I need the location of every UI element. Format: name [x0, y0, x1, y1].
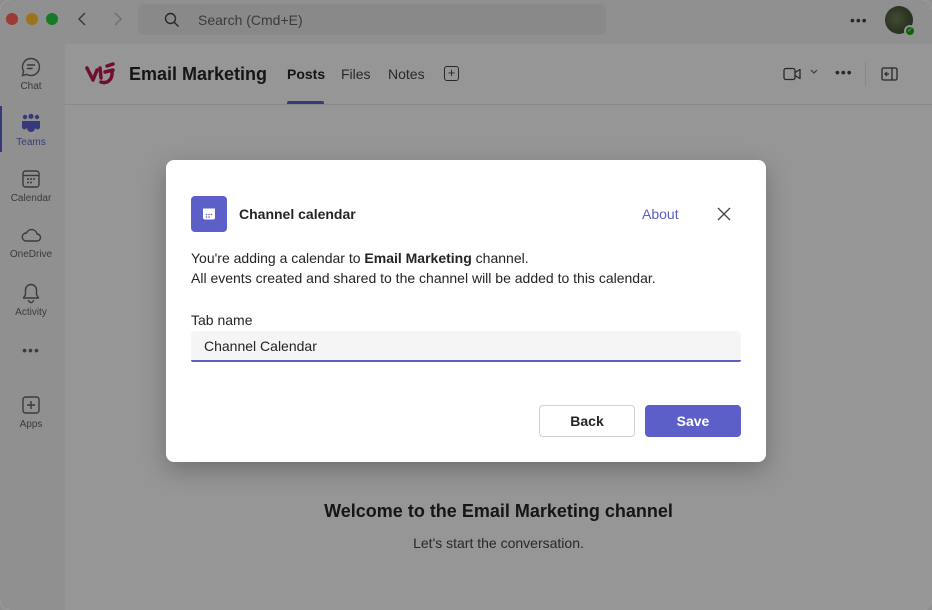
teams-window: Search (Cmd+E) ••• ✓ Chat Teams Calendar…: [0, 0, 932, 610]
dialog-title: Channel calendar: [239, 206, 356, 222]
dialog-description: You're adding a calendar to Email Market…: [191, 248, 656, 288]
desc-prefix: You're adding a calendar to: [191, 250, 365, 266]
tab-name-input[interactable]: [191, 331, 741, 362]
tab-name-label: Tab name: [191, 312, 253, 328]
back-button[interactable]: Back: [539, 405, 635, 437]
desc-channel-name: Email Marketing: [364, 250, 472, 266]
channel-calendar-dialog: Channel calendar About You're adding a c…: [166, 160, 766, 462]
desc-suffix: channel.: [471, 250, 529, 266]
desc-line-2: All events created and shared to the cha…: [191, 270, 656, 286]
close-icon[interactable]: [716, 206, 732, 222]
about-link[interactable]: About: [642, 206, 679, 222]
save-button[interactable]: Save: [645, 405, 741, 437]
calendar-app-icon: [191, 196, 227, 232]
